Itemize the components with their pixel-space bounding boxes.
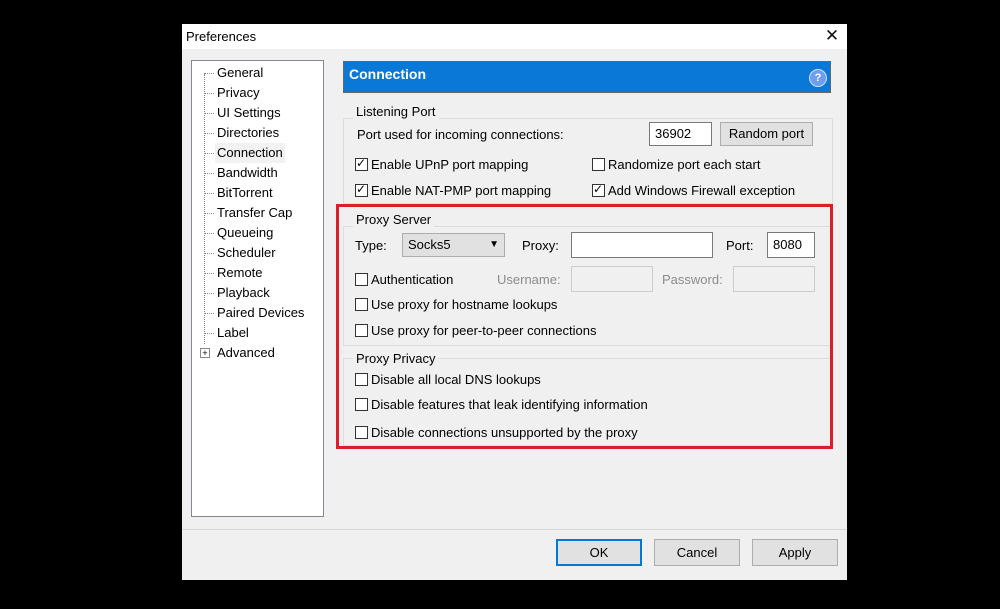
tree-connector [204,313,214,314]
sidebar-item-paired-devices[interactable]: Paired Devices [217,303,304,323]
sidebar-item-transfer-cap[interactable]: Transfer Cap [217,203,292,223]
sidebar-item-privacy[interactable]: Privacy [217,83,260,103]
tree-connector-line [204,74,205,344]
tree-connector [204,333,214,334]
enable-natpmp-label: Enable NAT-PMP port mapping [371,183,552,198]
section-header: Connection ? [343,61,831,93]
preferences-tree[interactable]: General Privacy UI Settings Directories … [191,60,324,517]
sidebar-item-advanced[interactable]: Advanced [217,343,275,363]
preferences-dialog: Preferences ✕ General Privacy UI Setting… [182,24,847,580]
tree-connector [204,173,214,174]
sidebar-item-bandwidth[interactable]: Bandwidth [217,163,278,183]
sidebar-item-bittorrent[interactable]: BitTorrent [217,183,273,203]
help-icon[interactable]: ? [809,69,827,87]
tree-connector [204,133,214,134]
footer-separator [182,529,847,530]
randomize-port-label: Randomize port each start [608,157,761,172]
page-title: Connection [349,66,426,82]
port-label: Port used for incoming connections: [357,127,564,142]
sidebar-item-remote[interactable]: Remote [217,263,263,283]
firewall-exception-checkbox[interactable] [592,182,605,198]
tree-connector [204,213,214,214]
tree-connector [204,293,214,294]
sidebar-item-playback[interactable]: Playback [217,283,270,303]
tree-connector [204,193,214,194]
tree-connector [204,253,214,254]
window-title: Preferences [186,29,257,44]
enable-upnp-checkbox[interactable] [355,156,368,172]
randomize-port-row[interactable]: Randomize port each start [592,157,760,172]
tree-connector [204,73,214,74]
tree-connector [204,113,214,114]
enable-natpmp-checkbox[interactable] [355,182,368,198]
highlight-box [336,204,833,449]
sidebar-item-general[interactable]: General [217,63,263,83]
random-port-button[interactable]: Random port [720,122,813,146]
expand-plus-icon[interactable]: + [200,348,210,358]
sidebar-item-connection[interactable]: Connection [215,143,285,163]
cancel-button[interactable]: Cancel [654,539,740,566]
enable-upnp-row[interactable]: Enable UPnP port mapping [355,156,529,172]
sidebar-item-scheduler[interactable]: Scheduler [217,243,276,263]
sidebar-item-ui-settings[interactable]: UI Settings [217,103,281,123]
tree-connector [204,153,214,154]
tree-connector [204,273,214,274]
listening-port-input[interactable]: 36902 [649,122,712,146]
title-bar: Preferences ✕ [182,24,847,49]
sidebar-item-queueing[interactable]: Queueing [217,223,273,243]
tree-connector [204,93,214,94]
tree-connector [204,233,214,234]
enable-natpmp-row[interactable]: Enable NAT-PMP port mapping [355,182,552,198]
enable-upnp-label: Enable UPnP port mapping [371,157,529,172]
sidebar-item-directories[interactable]: Directories [217,123,279,143]
close-icon[interactable]: ✕ [820,25,844,47]
firewall-exception-label: Add Windows Firewall exception [608,183,796,198]
listening-port-group-label: Listening Port [353,104,439,119]
ok-button[interactable]: OK [556,539,642,566]
sidebar-item-label[interactable]: Label [217,323,249,343]
randomize-port-checkbox[interactable] [592,158,605,172]
firewall-exception-row[interactable]: Add Windows Firewall exception [592,182,796,198]
apply-button[interactable]: Apply [752,539,838,566]
